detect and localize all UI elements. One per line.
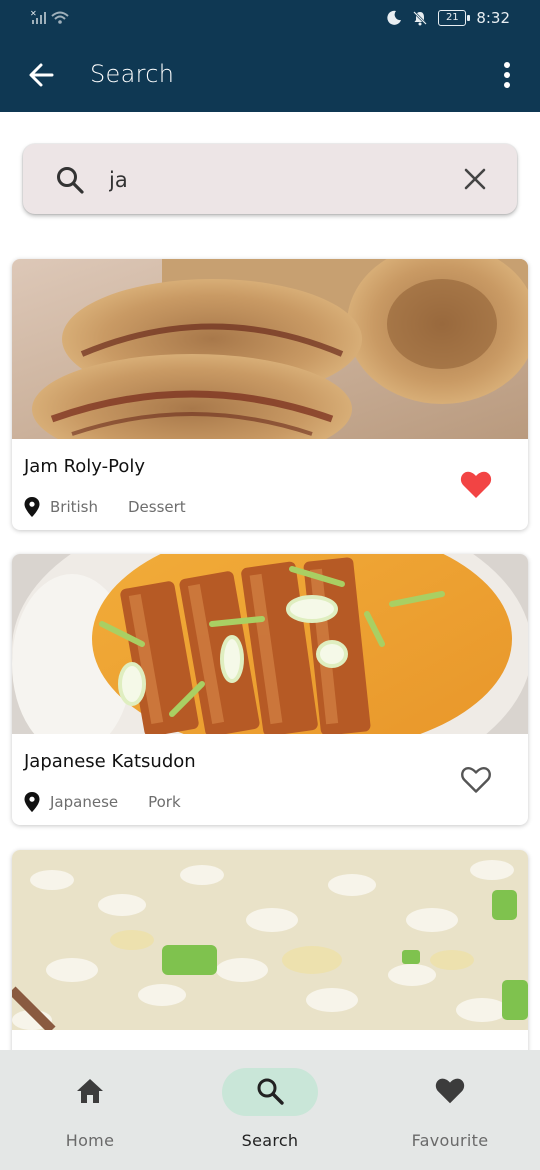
- recipe-category: Pork: [148, 793, 181, 811]
- home-icon: [77, 1079, 103, 1103]
- location-pin-icon: [24, 497, 40, 517]
- recipe-title: Japanese Katsudon: [24, 751, 196, 772]
- recipe-card[interactable]: Jam Roly-Poly British Dessert: [12, 259, 528, 530]
- search-icon: [57, 167, 84, 194]
- mute-bell-icon: [413, 11, 428, 26]
- recipe-image: [12, 554, 528, 734]
- moon-icon: [387, 10, 402, 25]
- location-pin-icon: [24, 792, 40, 812]
- clock: 8:32: [476, 9, 510, 27]
- recipe-area: Japanese: [50, 793, 119, 811]
- heart-icon: [435, 1078, 465, 1104]
- heart-filled-icon[interactable]: [460, 470, 492, 500]
- recipe-area: British: [50, 498, 98, 516]
- app-bar: Search: [0, 38, 540, 112]
- battery-icon: 21: [438, 10, 471, 26]
- bottom-navigation: Home Search Favourite: [0, 1050, 540, 1170]
- nav-search-label: Search: [241, 1131, 299, 1150]
- back-arrow-icon[interactable]: [26, 60, 56, 90]
- nav-favourite-label: Favourite: [411, 1131, 489, 1150]
- nav-search[interactable]: Search: [180, 1050, 360, 1170]
- battery-level: 21: [445, 12, 459, 23]
- page-title: Search: [90, 60, 175, 88]
- recipe-category: Dessert: [128, 498, 186, 516]
- recipe-image: [12, 259, 528, 439]
- nav-home-label: Home: [65, 1131, 115, 1150]
- status-bar: ✕ 21 8:32: [0, 0, 540, 38]
- recipe-meta: Japanese Pork: [24, 792, 181, 812]
- recipe-title: Jam Roly-Poly: [24, 456, 146, 477]
- nav-favourite[interactable]: Favourite: [360, 1050, 540, 1170]
- signal-icon: ✕: [30, 8, 70, 30]
- heart-outline-icon[interactable]: [460, 765, 492, 795]
- close-icon[interactable]: [463, 167, 487, 191]
- search-bar[interactable]: [23, 144, 517, 214]
- recipe-meta: British Dessert: [24, 497, 186, 517]
- nav-home[interactable]: Home: [0, 1050, 180, 1170]
- search-icon: [257, 1078, 284, 1105]
- more-vert-icon[interactable]: [498, 60, 516, 90]
- recipe-image: [12, 850, 528, 1030]
- search-input[interactable]: [107, 162, 441, 198]
- svg-text:✕: ✕: [30, 9, 38, 18]
- recipe-card[interactable]: Japanese Katsudon Japanese Pork: [12, 554, 528, 825]
